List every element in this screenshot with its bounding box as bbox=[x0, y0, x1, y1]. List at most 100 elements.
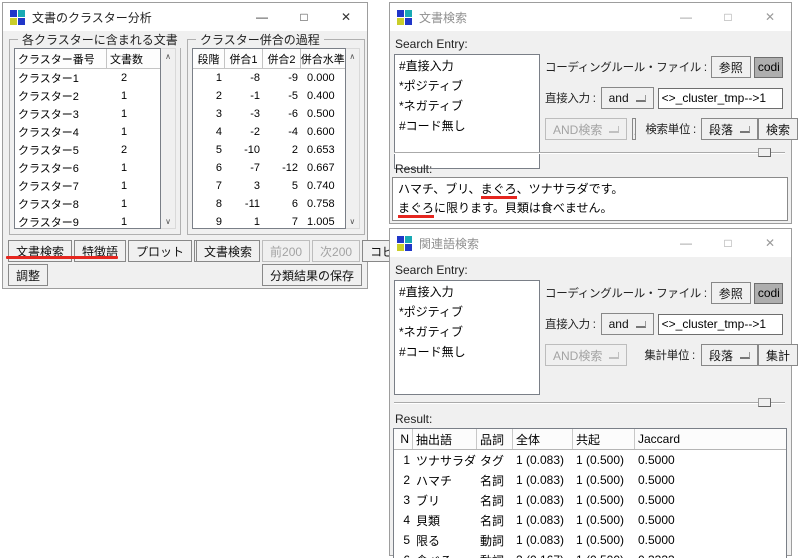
titlebar[interactable]: 文書のクラスター分析 — □ ✕ bbox=[3, 3, 367, 31]
column-header[interactable]: 抽出語 bbox=[413, 429, 477, 449]
table-row[interactable]: 4 貝類 名詞 1 (0.083) 1 (0.500) 0.5000 bbox=[394, 510, 786, 530]
pane-sash bbox=[394, 148, 785, 157]
query-input[interactable] bbox=[657, 87, 783, 109]
table-row[interactable]: 3 ブリ 名詞 1 (0.083) 1 (0.500) 0.5000 bbox=[394, 490, 786, 510]
close-icon[interactable]: ✕ bbox=[749, 3, 791, 31]
maximize-icon[interactable]: □ bbox=[707, 3, 749, 31]
table-row[interactable]: 1 -8 -9 0.000 bbox=[193, 69, 345, 87]
column-header[interactable]: 併合1 bbox=[225, 49, 263, 68]
code-list-item[interactable]: *ポジティブ bbox=[395, 75, 539, 95]
table-row[interactable]: 6 -7 -12 0.667 bbox=[193, 159, 345, 177]
table-row[interactable]: クラスター9 1 bbox=[15, 213, 160, 228]
table-row[interactable]: クラスター1 2 bbox=[15, 69, 160, 87]
code-list-item[interactable]: #コード無し bbox=[395, 115, 539, 135]
column-header[interactable]: クラスター番号 bbox=[15, 49, 107, 68]
tally-button[interactable]: 集計 bbox=[757, 344, 798, 366]
column-header[interactable]: 共起 bbox=[573, 429, 635, 449]
code-list-item[interactable]: *ポジティブ bbox=[395, 301, 539, 321]
column-header[interactable]: 全体 bbox=[513, 429, 573, 449]
query-input[interactable] bbox=[657, 313, 783, 335]
save-results-button[interactable]: 分類結果の保存 bbox=[261, 264, 362, 286]
browse-button[interactable]: 参照 bbox=[710, 282, 751, 304]
cluster-table-body: クラスター1 2 クラスター2 1 クラスター3 1 クラスター4 1 クラスタ… bbox=[15, 69, 160, 228]
window-related-search: 関連語検索 — □ ✕ Search Entry: #直接入力 *ポジティブ *… bbox=[389, 228, 798, 558]
maximize-icon[interactable]: □ bbox=[283, 3, 325, 31]
browse-button[interactable]: 参照 bbox=[710, 56, 751, 78]
sash-handle-icon[interactable] bbox=[758, 148, 771, 157]
column-header[interactable]: 品詞 bbox=[477, 429, 513, 449]
table-row[interactable]: 1 ツナサラダ タグ 1 (0.083) 1 (0.500) 0.5000 bbox=[394, 450, 786, 470]
minimize-icon[interactable]: — bbox=[665, 229, 707, 257]
sash-handle-icon[interactable] bbox=[758, 398, 771, 407]
doc-search-button[interactable]: 文書検索 bbox=[196, 240, 261, 262]
related-table-body: 1 ツナサラダ タグ 1 (0.083) 1 (0.500) 0.5000 2 … bbox=[394, 450, 786, 558]
titlebar[interactable]: 関連語検索 — □ ✕ bbox=[390, 229, 791, 257]
prev-200-button[interactable]: 前200 bbox=[262, 240, 311, 262]
vertical-scrollbar[interactable]: ∧ ∨ bbox=[345, 48, 360, 229]
search-unit-dropdown[interactable]: 段落 bbox=[700, 118, 758, 140]
coding-rule-label: コーディングルール・ファイル : bbox=[545, 288, 707, 300]
table-row[interactable]: 9 1 7 1.005 bbox=[193, 213, 345, 228]
column-header[interactable]: N bbox=[394, 429, 413, 449]
scroll-down-icon[interactable]: ∨ bbox=[346, 214, 359, 228]
table-row[interactable]: 2 ハマチ 名詞 1 (0.083) 1 (0.500) 0.5000 bbox=[394, 470, 786, 490]
table-row[interactable]: 6 食べる 動詞 2 (0.167) 1 (0.500) 0.3333 bbox=[394, 550, 786, 558]
and-search-dropdown[interactable]: AND検索 bbox=[545, 118, 628, 140]
table-row[interactable]: クラスター4 1 bbox=[15, 123, 160, 141]
coding-file-field[interactable] bbox=[753, 56, 783, 78]
and-search-dropdown[interactable]: AND検索 bbox=[545, 344, 628, 366]
minimize-icon[interactable]: — bbox=[241, 3, 283, 31]
next-200-button[interactable]: 次200 bbox=[312, 240, 361, 262]
order-button[interactable]: 順 bbox=[632, 118, 637, 140]
table-row[interactable]: 5 -10 2 0.653 bbox=[193, 141, 345, 159]
merge-nav-buttons: 文書検索 前200 次200 コピー bbox=[196, 240, 415, 262]
adjust-button[interactable]: 調整 bbox=[8, 264, 49, 286]
code-list-item[interactable]: *ネガティブ bbox=[395, 95, 539, 115]
dropdown-indicator-icon bbox=[739, 351, 750, 359]
scroll-up-icon[interactable]: ∧ bbox=[346, 49, 359, 63]
column-header[interactable]: 併合水準 bbox=[301, 49, 345, 68]
minimize-icon[interactable]: — bbox=[665, 3, 707, 31]
cluster-action-button[interactable]: プロット bbox=[128, 240, 193, 262]
column-header[interactable]: 併合2 bbox=[263, 49, 301, 68]
operator-dropdown[interactable]: and bbox=[600, 87, 654, 109]
column-header[interactable]: 文書数 bbox=[107, 49, 160, 68]
search-unit-label: 検索単位 : bbox=[645, 124, 696, 136]
annotated-word: まぐろ bbox=[398, 201, 435, 218]
titlebar[interactable]: 文書検索 — □ ✕ bbox=[390, 3, 791, 31]
vertical-scrollbar[interactable]: ∧ ∨ bbox=[161, 48, 176, 229]
table-row[interactable]: 8 -11 6 0.758 bbox=[193, 195, 345, 213]
table-row[interactable]: 3 -3 -6 0.500 bbox=[193, 105, 345, 123]
code-list-item[interactable]: #直接入力 bbox=[395, 281, 539, 301]
table-row[interactable]: クラスター6 1 bbox=[15, 159, 160, 177]
maximize-icon[interactable]: □ bbox=[707, 229, 749, 257]
table-row[interactable]: クラスター3 1 bbox=[15, 105, 160, 123]
coding-file-field[interactable] bbox=[753, 282, 783, 304]
scroll-up-icon[interactable]: ∧ bbox=[161, 49, 175, 63]
related-table-header: N 抽出語 品詞 全体 共起 Jaccard bbox=[394, 429, 786, 450]
search-result-text[interactable]: ハマチ、ブリ、まぐろ、ツナサラダです。 まぐろに限ります。貝類は食べません。 bbox=[392, 177, 788, 221]
operator-dropdown[interactable]: and bbox=[600, 313, 654, 335]
table-row[interactable]: 2 -1 -5 0.400 bbox=[193, 87, 345, 105]
table-row[interactable]: クラスター7 1 bbox=[15, 177, 160, 195]
table-row[interactable]: 4 -2 -4 0.600 bbox=[193, 123, 345, 141]
direct-input-label: 直接入力 : bbox=[545, 319, 596, 331]
table-row[interactable]: クラスター2 1 bbox=[15, 87, 160, 105]
search-button[interactable]: 検索 bbox=[757, 118, 798, 140]
tally-unit-dropdown[interactable]: 段落 bbox=[700, 344, 758, 366]
table-row[interactable]: 5 限る 動詞 1 (0.083) 1 (0.500) 0.5000 bbox=[394, 530, 786, 550]
close-icon[interactable]: ✕ bbox=[325, 3, 367, 31]
code-list-item[interactable]: *ネガティブ bbox=[395, 321, 539, 341]
column-header[interactable]: 段階 bbox=[193, 49, 225, 68]
group-merge-process: クラスター併合の過程 段階 併合1 併合2 併合水準 1 -8 -9 0.000… bbox=[187, 31, 365, 235]
table-row[interactable]: 7 3 5 0.740 bbox=[193, 177, 345, 195]
code-list-item[interactable]: #直接入力 bbox=[395, 55, 539, 75]
scroll-down-icon[interactable]: ∨ bbox=[161, 214, 175, 228]
column-header[interactable]: Jaccard bbox=[635, 429, 786, 449]
app-icon bbox=[397, 9, 412, 25]
code-list-item[interactable]: #コード無し bbox=[395, 341, 539, 361]
table-row[interactable]: クラスター8 1 bbox=[15, 195, 160, 213]
close-icon[interactable]: ✕ bbox=[749, 229, 791, 257]
annotated-word: まぐろ bbox=[480, 182, 517, 199]
table-row[interactable]: クラスター5 2 bbox=[15, 141, 160, 159]
